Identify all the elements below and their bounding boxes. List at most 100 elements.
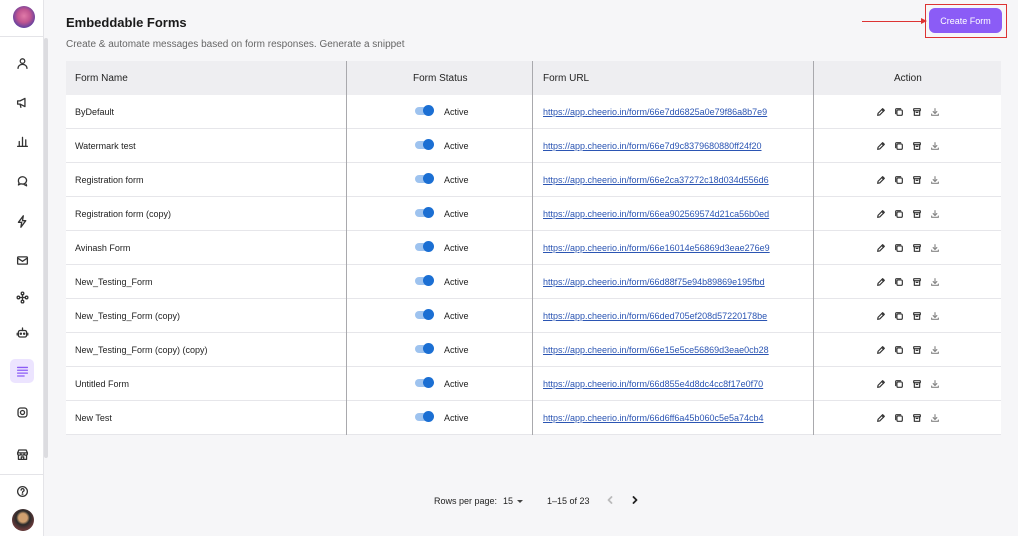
sidebar [0,0,44,536]
help-button[interactable] [10,479,34,503]
download-button[interactable] [930,107,940,117]
duplicate-button[interactable] [894,311,904,321]
edit-icon [877,244,885,252]
delete-button[interactable] [912,277,922,287]
duplicate-button[interactable] [894,243,904,253]
download-button[interactable] [930,413,940,423]
form-name: New_Testing_Form (copy) (copy) [75,345,208,355]
form-url-link[interactable]: https://app.cheerio.in/form/66d6ff6a45b0… [543,401,764,435]
duplicate-button[interactable] [894,141,904,151]
status-toggle[interactable] [415,410,434,422]
download-button[interactable] [930,311,940,321]
download-button[interactable] [930,175,940,185]
status-toggle[interactable] [415,138,434,150]
form-name: New Test [75,413,112,423]
create-form-button[interactable]: Create Form [929,8,1002,33]
sidebar-item-inbox[interactable] [10,168,34,192]
store-icon [16,448,28,460]
delete-button[interactable] [912,311,922,321]
sidebar-scrollbar[interactable] [44,38,48,458]
edit-button[interactable] [876,141,886,151]
rows-per-page-value: 15 [503,496,514,506]
delete-button[interactable] [912,379,922,389]
edit-button[interactable] [876,175,886,185]
delete-button[interactable] [912,243,922,253]
delete-button[interactable] [912,209,922,219]
edit-button[interactable] [876,209,886,219]
duplicate-button[interactable] [894,107,904,117]
duplicate-button[interactable] [894,209,904,219]
status-toggle[interactable] [415,240,434,252]
status-toggle[interactable] [415,104,434,116]
delete-icon [913,346,921,354]
table-row: Registration form (copy) Active https://… [66,197,1001,231]
sidebar-item-contacts[interactable] [10,51,34,75]
duplicate-button[interactable] [894,277,904,287]
form-url-link[interactable]: https://app.cheerio.in/form/66d855e4d8dc… [543,367,763,401]
sidebar-item-instagram[interactable] [10,400,34,424]
delete-button[interactable] [912,141,922,151]
edit-button[interactable] [876,311,886,321]
status-toggle[interactable] [415,206,434,218]
download-button[interactable] [930,141,940,151]
status-toggle[interactable] [415,308,434,320]
app-logo[interactable] [13,6,35,28]
sidebar-item-chatbot[interactable] [10,320,34,344]
sidebar-item-automations[interactable] [10,209,34,233]
sidebar-item-store[interactable] [10,442,34,466]
delete-button[interactable] [912,413,922,423]
form-url-link[interactable]: https://app.cheerio.in/form/66e15e5ce568… [543,333,769,367]
table-row: New_Testing_Form (copy) Active https://a… [66,299,1001,333]
delete-icon [913,414,921,422]
download-button[interactable] [930,277,940,287]
form-url-link[interactable]: https://app.cheerio.in/form/66e7dd6825a0… [543,95,767,129]
status-toggle[interactable] [415,274,434,286]
edit-button[interactable] [876,413,886,423]
sidebar-item-analytics[interactable] [10,129,34,153]
table-body: ByDefault Active https://app.cheerio.in/… [66,95,1001,435]
form-url-link[interactable]: https://app.cheerio.in/form/66d88f75e94b… [543,265,765,299]
status-label: Active [444,141,469,151]
form-name: Untitled Form [75,379,130,389]
download-button[interactable] [930,345,940,355]
row-actions [876,163,940,197]
form-url-link[interactable]: https://app.cheerio.in/form/66e2ca37272c… [543,163,769,197]
download-button[interactable] [930,243,940,253]
sidebar-item-campaigns[interactable] [10,90,34,114]
pagination-range: 1–15 of 23 [547,496,590,506]
duplicate-button[interactable] [894,379,904,389]
duplicate-button[interactable] [894,413,904,423]
form-url-link[interactable]: https://app.cheerio.in/form/66ea90256957… [543,197,769,231]
delete-button[interactable] [912,345,922,355]
duplicate-icon [895,108,903,116]
form-url-link[interactable]: https://app.cheerio.in/form/66e16014e568… [543,231,770,265]
form-url-link[interactable]: https://app.cheerio.in/form/66ded705ef20… [543,299,767,333]
delete-button[interactable] [912,107,922,117]
delete-button[interactable] [912,175,922,185]
form-url-link[interactable]: https://app.cheerio.in/form/66e7d9c83796… [543,129,762,163]
edit-button[interactable] [876,107,886,117]
rows-per-page-select[interactable]: 15 [503,496,524,506]
delete-icon [913,176,921,184]
avatar[interactable] [12,509,34,531]
duplicate-button[interactable] [894,345,904,355]
next-page-button[interactable] [628,493,642,507]
status-toggle[interactable] [415,172,434,184]
form-name: Avinash Form [75,243,131,253]
previous-page-button[interactable] [603,493,617,507]
edit-button[interactable] [876,243,886,253]
download-button[interactable] [930,379,940,389]
status-toggle[interactable] [415,342,434,354]
column-header-action: Action [894,72,922,84]
edit-button[interactable] [876,379,886,389]
sidebar-item-forms[interactable] [10,359,34,383]
download-button[interactable] [930,209,940,219]
status-toggle[interactable] [415,376,434,388]
sidebar-item-workflows[interactable] [10,285,34,309]
edit-button[interactable] [876,277,886,287]
sidebar-divider [0,474,44,475]
rows-per-page-label: Rows per page: [434,496,498,506]
edit-button[interactable] [876,345,886,355]
duplicate-button[interactable] [894,175,904,185]
sidebar-item-email[interactable] [10,248,34,272]
